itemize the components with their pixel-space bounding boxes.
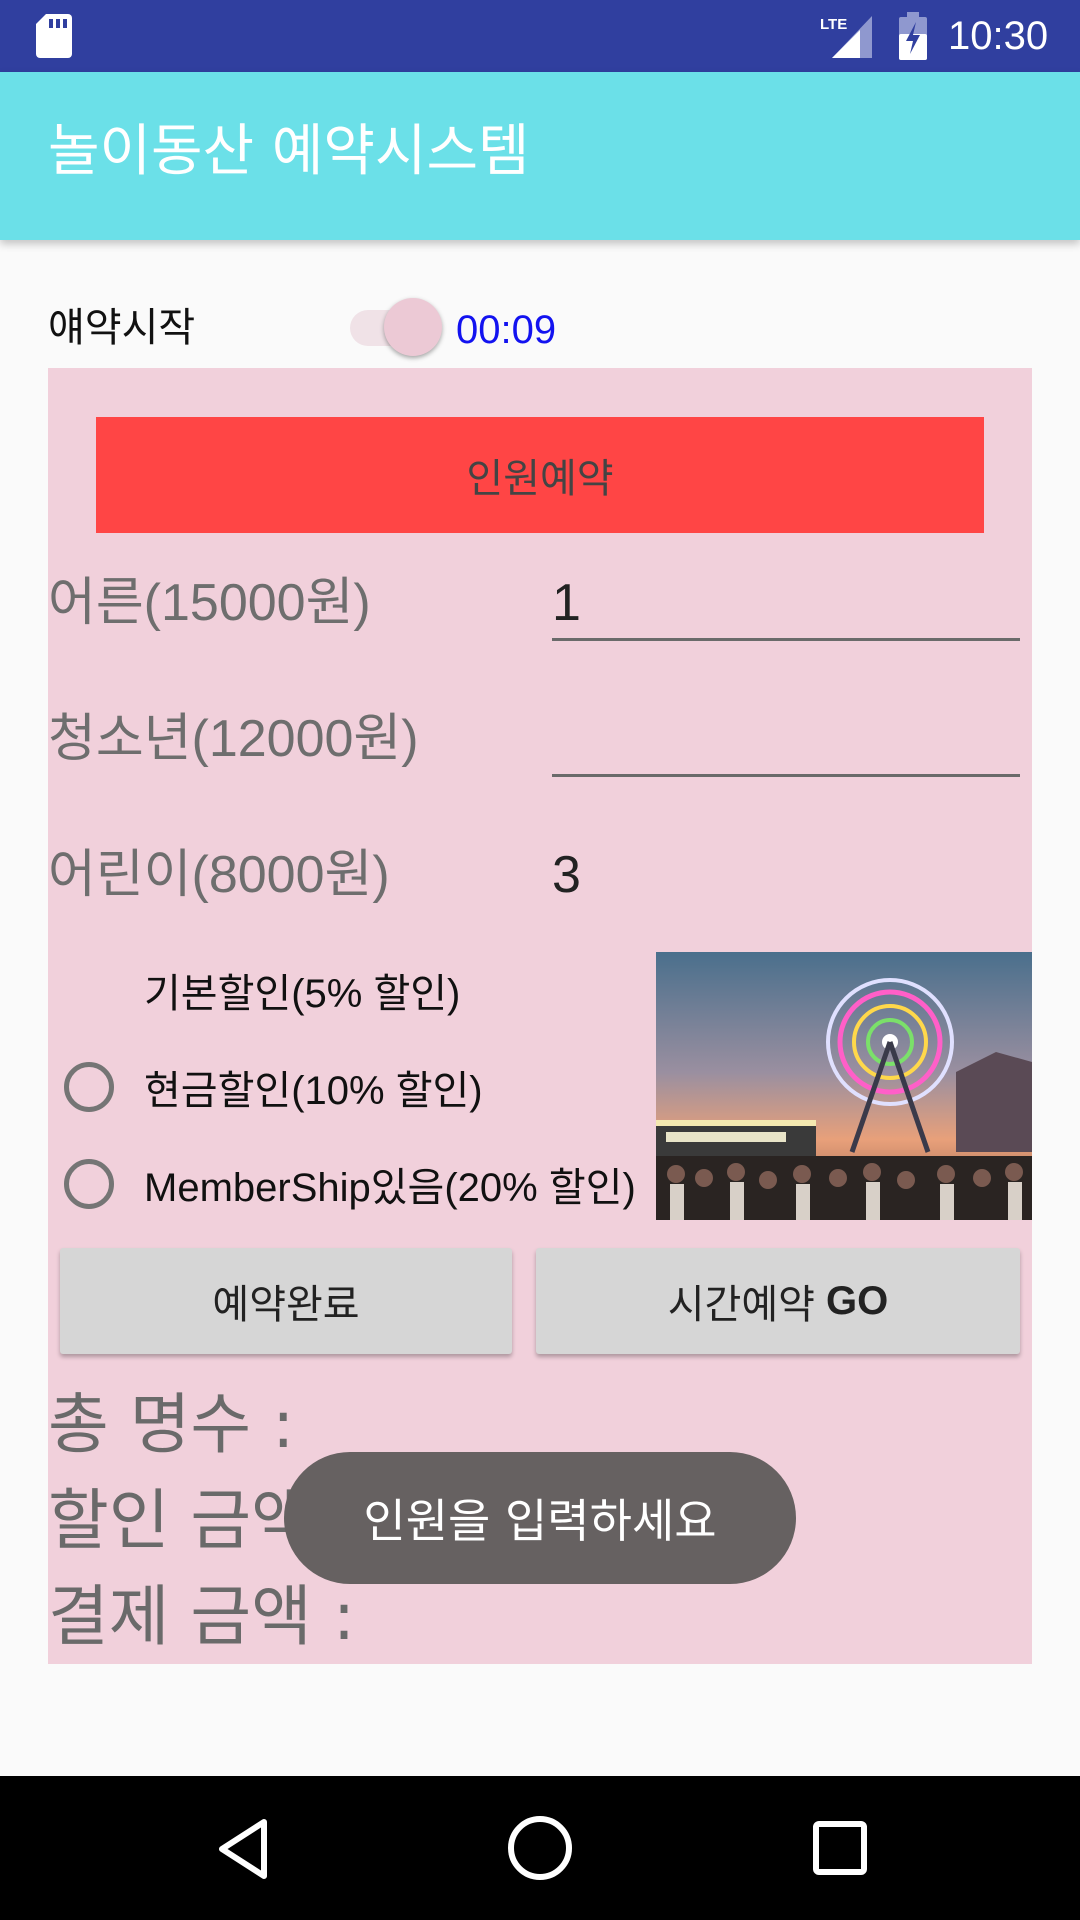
time-reservation-go-button[interactable]: 시간예약 GO (536, 1248, 1020, 1354)
adult-label: 어른(15000원) (48, 574, 371, 632)
home-icon[interactable] (504, 1812, 576, 1884)
app-bar: 놀이동산 예약시스템 (0, 72, 1080, 240)
cash-discount-label: 현금할인(10% 할인) (144, 1069, 483, 1113)
membership-discount-radio[interactable] (64, 1159, 114, 1209)
status-bar: LTE 10:30 (0, 0, 1080, 72)
go-label: GO (826, 1278, 889, 1323)
total-count-label: 총 명수 : (48, 1386, 295, 1463)
membership-discount-label: MemberShip있음(20% 할인) (144, 1166, 636, 1210)
switch-thumb (384, 298, 442, 356)
membership-discount-option[interactable]: MemberShip있음(20% 할인) (64, 1149, 636, 1219)
teen-label: 청소년(12000원) (48, 710, 419, 768)
adult-input[interactable] (552, 568, 1020, 641)
basic-discount-option: 기본할인(5% 할인) (64, 955, 460, 1025)
status-time: 10:30 (948, 14, 1049, 58)
app-title: 놀이동산 예약시스템 (48, 119, 530, 184)
cash-discount-radio[interactable] (64, 1062, 114, 1112)
battery-icon (899, 12, 927, 60)
toast-message: 인원을 입력하세요 (284, 1452, 796, 1584)
child-label: 어린이(8000원) (48, 846, 390, 904)
ferris-wheel-photo (656, 952, 1032, 1220)
navigation-bar (0, 1776, 1080, 1920)
payment-amount-label: 결제 금액 : (48, 1578, 356, 1655)
time-reservation-label: 시간예약 (667, 1283, 815, 1327)
signal-icon: LTE (820, 16, 872, 58)
start-switch[interactable] (346, 296, 446, 360)
sd-card-icon (36, 14, 72, 58)
back-icon[interactable] (208, 1814, 278, 1884)
teen-input[interactable] (552, 704, 1020, 777)
lte-label: LTE (820, 16, 847, 33)
reserve-people-button[interactable]: 인원예약 (96, 417, 984, 533)
cash-discount-option[interactable]: 현금할인(10% 할인) (64, 1052, 483, 1122)
reservation-complete-button[interactable]: 예약완료 (60, 1248, 512, 1354)
start-label: 얘약시작 (48, 305, 196, 351)
basic-discount-label: 기본할인(5% 할인) (144, 972, 461, 1016)
recent-apps-icon[interactable] (812, 1820, 868, 1876)
child-value: 3 (552, 846, 581, 904)
chronometer: 00:09 (456, 308, 557, 352)
